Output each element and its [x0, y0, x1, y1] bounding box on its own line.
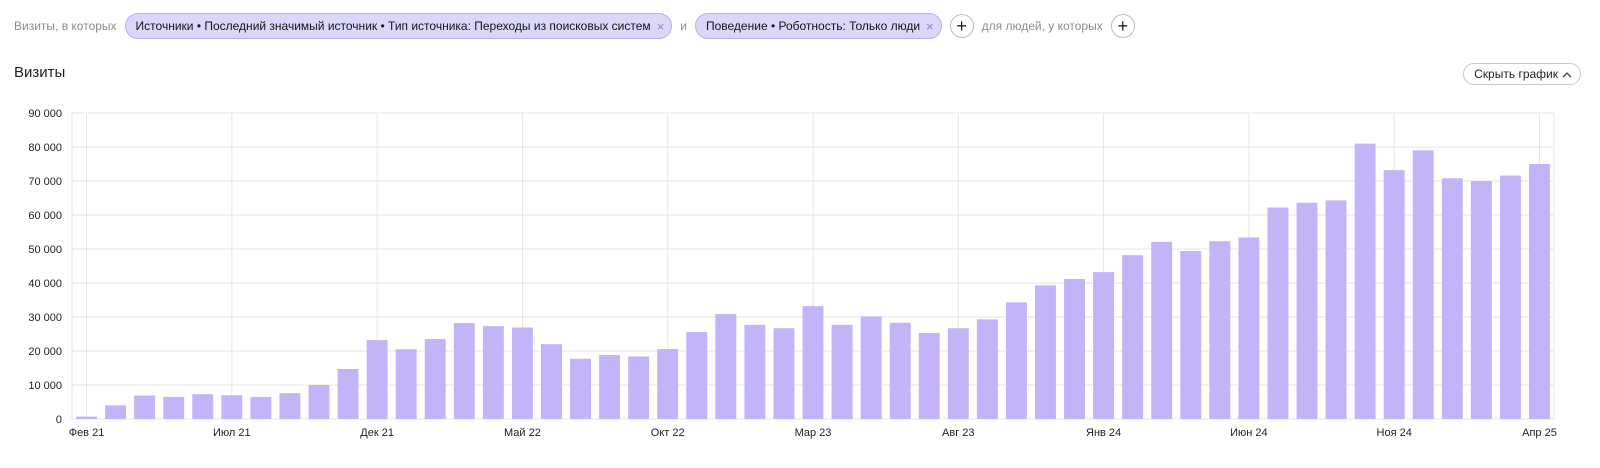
bar [1238, 237, 1260, 419]
bar [686, 331, 708, 419]
bar [1296, 202, 1318, 419]
bar [1441, 178, 1463, 419]
x-tick-label: Мар 23 [795, 427, 832, 439]
bar [1354, 143, 1376, 419]
y-tick-label: 50 000 [28, 244, 62, 256]
bar [976, 319, 998, 419]
bar [1470, 181, 1492, 419]
bar [657, 348, 679, 419]
bar [105, 405, 127, 419]
bar [1064, 278, 1085, 419]
x-tick-label: Апр 25 [1522, 427, 1557, 439]
visits-chart: 0 10 000 20 000 30 000 40 000 50 000 60 000 70 … [28, 108, 1557, 439]
bar [192, 394, 214, 419]
bar [1267, 207, 1289, 419]
x-tick-label: Май 22 [504, 427, 541, 439]
bar [1529, 164, 1550, 419]
bar [453, 323, 475, 419]
bar [570, 358, 591, 419]
bar [744, 324, 766, 419]
bar [860, 316, 882, 419]
bar [1412, 150, 1434, 419]
y-tick-label: 40 000 [28, 278, 62, 290]
bar [1122, 255, 1144, 419]
x-tick-label: Июн 24 [1230, 427, 1268, 439]
bar [482, 326, 504, 419]
bar [541, 344, 562, 419]
x-tick-label: Фев 21 [69, 427, 105, 439]
x-tick-label: Июл 21 [213, 427, 251, 439]
bar [918, 332, 940, 419]
y-tick-label: 60 000 [28, 210, 62, 222]
y-tick-label: 0 [56, 414, 62, 426]
bar [395, 349, 417, 419]
bar [1499, 175, 1521, 419]
bar [1005, 302, 1027, 419]
y-tick-label: 30 000 [28, 312, 62, 324]
y-tick-label: 10 000 [28, 380, 62, 392]
bar [279, 393, 301, 419]
x-tick-label: Дек 21 [360, 427, 394, 439]
bar [947, 328, 969, 419]
x-tick-label: Янв 24 [1086, 427, 1121, 439]
bar [889, 322, 911, 419]
bar [424, 339, 446, 419]
bar [1180, 251, 1202, 419]
bar [599, 355, 621, 419]
bar [773, 328, 795, 419]
bar [1325, 200, 1347, 419]
y-tick-label: 80 000 [28, 142, 62, 154]
x-tick-label: Окт 22 [651, 427, 685, 439]
y-tick-label: 70 000 [28, 176, 62, 188]
bar [163, 396, 185, 419]
bar [337, 369, 359, 419]
x-tick-label: Авг 23 [942, 427, 974, 439]
y-tick-label: 90 000 [28, 108, 62, 120]
bar [308, 385, 330, 419]
bar [802, 306, 824, 419]
bar [76, 416, 97, 419]
bar [366, 340, 388, 419]
bar [221, 395, 243, 419]
bar [134, 395, 156, 419]
bar [831, 324, 853, 419]
bar [1209, 241, 1231, 419]
bar [1383, 170, 1405, 419]
bar [628, 356, 650, 419]
bar [1035, 285, 1056, 419]
x-tick-label: Ноя 24 [1377, 427, 1412, 439]
y-tick-label: 20 000 [28, 346, 62, 358]
bar [250, 396, 272, 419]
bar [1151, 241, 1173, 419]
bar [1093, 272, 1115, 419]
bar [715, 313, 737, 419]
bar [511, 327, 533, 419]
